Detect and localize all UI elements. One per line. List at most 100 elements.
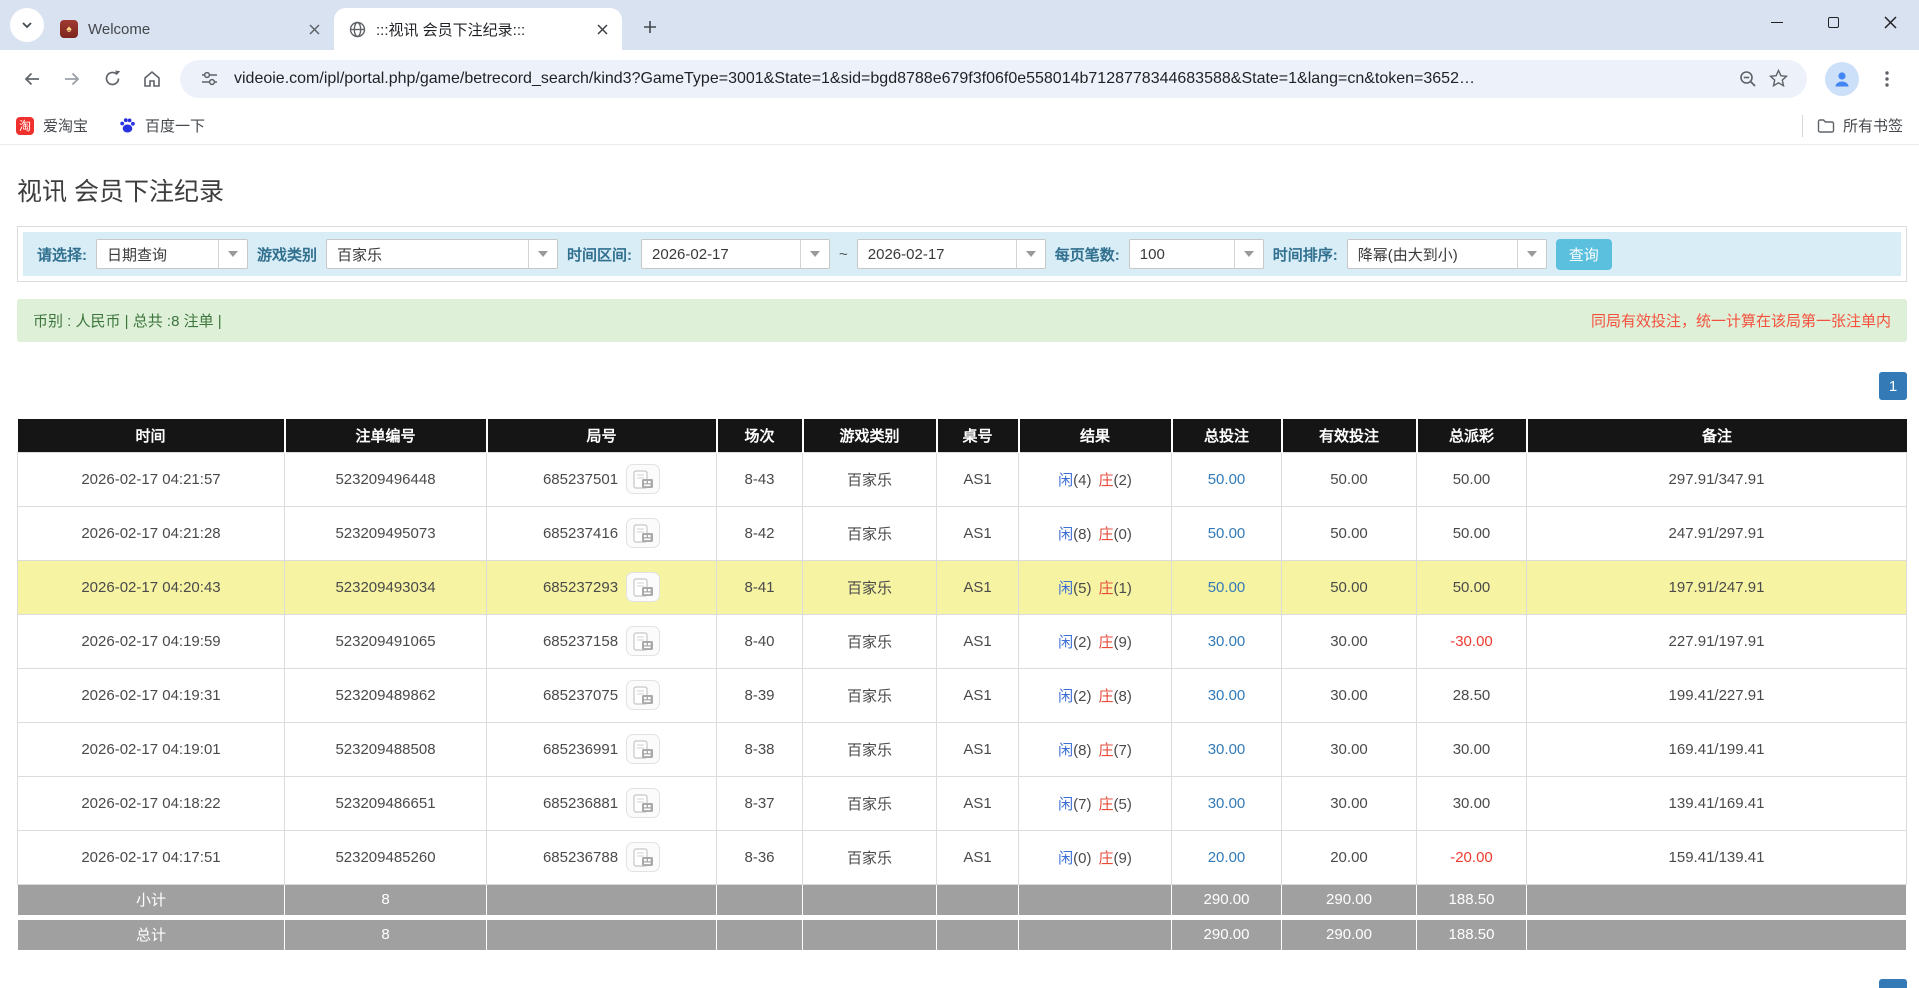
cell-result: 闲(2)庄(9) <box>1019 614 1172 668</box>
result-banker-label: 庄 <box>1099 472 1114 489</box>
bookmark-star-icon[interactable] <box>1763 69 1793 88</box>
minimize-button[interactable] <box>1748 0 1805 44</box>
summary-total-bet: 290.00 <box>1172 884 1282 917</box>
result-banker-label: 庄 <box>1099 796 1114 813</box>
total-bet-link[interactable]: 30.00 <box>1208 741 1246 758</box>
dropdown-arrow-icon[interactable] <box>528 240 557 268</box>
tab-close-icon[interactable] <box>590 17 614 41</box>
all-bookmarks[interactable]: 所有书签 <box>1802 115 1903 137</box>
result-banker-num: (2) <box>1114 472 1132 489</box>
cell-bet-id: 523209485260 <box>335 849 435 866</box>
total-bet-link[interactable]: 50.00 <box>1208 579 1246 596</box>
film-icon <box>633 686 654 705</box>
back-button[interactable] <box>12 59 52 99</box>
tab-close-icon[interactable] <box>302 17 326 41</box>
search-button[interactable]: 查询 <box>1556 239 1612 270</box>
video-replay-button[interactable] <box>626 734 660 764</box>
summary-count: 8 <box>285 884 487 917</box>
cell-result: 闲(5)庄(1) <box>1019 560 1172 614</box>
site-settings-icon[interactable] <box>194 70 224 87</box>
total-bet-link[interactable]: 30.00 <box>1208 795 1246 812</box>
dropdown-arrow-icon[interactable] <box>218 240 247 268</box>
date-from-picker[interactable]: 2026-02-17 <box>641 239 830 269</box>
bookmark-label: 爱淘宝 <box>43 115 88 136</box>
game-type-value: 百家乐 <box>327 244 528 265</box>
tab-search-button[interactable] <box>10 8 44 42</box>
page-size-select[interactable]: 100 <box>1129 239 1264 269</box>
cell-game-type: 百家乐 <box>847 742 892 759</box>
film-icon <box>633 848 654 867</box>
total-bet-link[interactable]: 30.00 <box>1208 633 1246 650</box>
bookmark-baidu[interactable]: 百度一下 <box>118 115 205 136</box>
sort-value: 降幂(由大到小) <box>1348 244 1517 265</box>
column-header-7: 总投注 <box>1172 419 1282 452</box>
result-banker-label: 庄 <box>1099 526 1114 543</box>
video-replay-button[interactable] <box>626 680 660 710</box>
bookmark-label: 百度一下 <box>145 115 205 136</box>
summary-payout: 188.50 <box>1417 884 1527 917</box>
bookmark-taobao[interactable]: 淘 爱淘宝 <box>16 115 88 136</box>
video-replay-button[interactable] <box>626 464 660 494</box>
dropdown-arrow-icon[interactable] <box>1016 240 1045 268</box>
total-bet-link[interactable]: 20.00 <box>1208 849 1246 866</box>
sort-select[interactable]: 降幂(由大到小) <box>1347 239 1547 269</box>
zoom-out-icon[interactable] <box>1733 70 1763 88</box>
game-type-select[interactable]: 百家乐 <box>326 239 558 269</box>
refresh-button[interactable] <box>92 59 132 99</box>
person-icon <box>1832 69 1852 89</box>
result-player-num: (8) <box>1073 526 1091 543</box>
result-player-num: (7) <box>1073 796 1091 813</box>
taobao-icon: 淘 <box>16 117 34 135</box>
url-text[interactable]: videoie.com/ipl/portal.php/game/betrecor… <box>234 70 1723 88</box>
cell-round-id: 685237416 <box>543 525 618 542</box>
summary-count: 8 <box>285 917 487 950</box>
query-mode-select[interactable]: 日期查询 <box>96 239 248 269</box>
table-row: 2026-02-17 04:17:51 523209485260 6852367… <box>18 830 1907 884</box>
summary-payout: 188.50 <box>1417 917 1527 950</box>
result-player-num: (4) <box>1073 472 1091 489</box>
bet-records-table: 时间注单编号局号场次游戏类别桌号结果总投注有效投注总派彩备注 2026-02-1… <box>17 419 1907 950</box>
dropdown-arrow-icon[interactable] <box>1517 240 1546 268</box>
tab-bet-records[interactable]: :::视讯 会员下注纪录::: <box>334 8 622 50</box>
refresh-icon <box>103 69 122 88</box>
welcome-favicon: ♠ <box>60 20 78 38</box>
total-bet-link[interactable]: 30.00 <box>1208 687 1246 704</box>
new-tab-button[interactable] <box>632 9 668 45</box>
forward-button[interactable] <box>52 59 92 99</box>
result-banker-num: (0) <box>1114 526 1132 543</box>
cell-time: 2026-02-17 04:21:57 <box>81 471 220 488</box>
cell-table-id: AS1 <box>963 741 991 758</box>
page-1-button[interactable]: 1 <box>1879 372 1907 400</box>
video-replay-button[interactable] <box>626 842 660 872</box>
table-row: 2026-02-17 04:19:31 523209489862 6852370… <box>18 668 1907 722</box>
result-banker-num: (5) <box>1114 796 1132 813</box>
film-icon <box>633 524 654 543</box>
cell-payout: 30.00 <box>1453 741 1491 758</box>
video-replay-button[interactable] <box>626 518 660 548</box>
address-bar[interactable]: videoie.com/ipl/portal.php/game/betrecor… <box>180 60 1807 98</box>
cell-bet-id: 523209489862 <box>335 687 435 704</box>
cell-bet-id: 523209488508 <box>335 741 435 758</box>
result-player-label: 闲 <box>1058 472 1073 489</box>
maximize-button[interactable] <box>1805 0 1862 44</box>
column-header-10: 备注 <box>1527 419 1907 452</box>
result-player-num: (8) <box>1073 742 1091 759</box>
total-bet-link[interactable]: 50.00 <box>1208 471 1246 488</box>
tab-welcome[interactable]: ♠ Welcome <box>46 8 334 50</box>
cell-table-id: AS1 <box>963 687 991 704</box>
total-bet-link[interactable]: 50.00 <box>1208 525 1246 542</box>
date-to-picker[interactable]: 2026-02-17 <box>857 239 1046 269</box>
close-button[interactable] <box>1862 0 1919 44</box>
page-1-button[interactable]: 1 <box>1879 979 1907 988</box>
video-replay-button[interactable] <box>626 626 660 656</box>
home-button[interactable] <box>132 59 172 99</box>
browser-menu-button[interactable] <box>1867 59 1907 99</box>
dropdown-arrow-icon[interactable] <box>800 240 829 268</box>
profile-avatar[interactable] <box>1825 62 1859 96</box>
video-replay-button[interactable] <box>626 788 660 818</box>
film-icon <box>633 470 654 489</box>
dropdown-arrow-icon[interactable] <box>1234 240 1263 268</box>
cell-result: 闲(2)庄(8) <box>1019 668 1172 722</box>
cell-remark: 169.41/199.41 <box>1669 741 1765 758</box>
video-replay-button[interactable] <box>626 572 660 602</box>
